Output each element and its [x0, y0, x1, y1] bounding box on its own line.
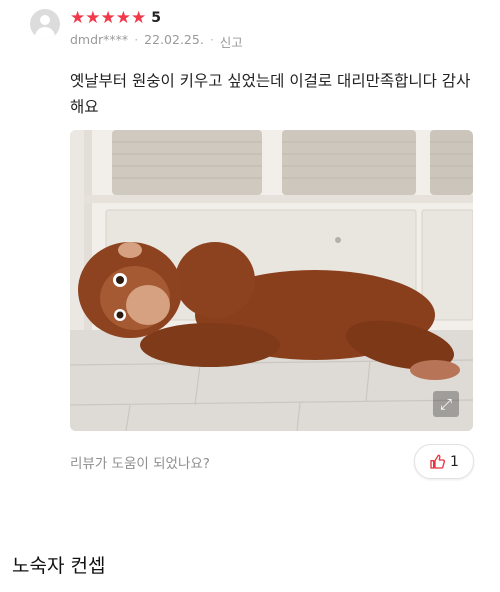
like-count: 1 — [450, 453, 459, 470]
caption-text: 노숙자 컨셉 — [12, 555, 106, 577]
review-photo[interactable]: ⤢ — [70, 130, 473, 431]
avatar-body — [35, 27, 55, 39]
report-link[interactable]: 신고 — [220, 32, 243, 51]
thumbs-up-icon — [430, 454, 446, 469]
helpful-question: 리뷰가 도움이 되었나요? — [70, 456, 210, 472]
star-icon: ★ — [100, 8, 116, 28]
review-meta: dmdr**** · 22.02.25. · 신고 — [70, 32, 243, 51]
star-rating: ★ ★ ★ ★ ★ 5 — [70, 8, 161, 28]
like-button[interactable]: 1 — [414, 444, 474, 479]
avatar-head — [40, 15, 50, 25]
rating-value: 5 — [151, 10, 161, 26]
star-icon: ★ — [70, 8, 86, 28]
expand-icon[interactable]: ⤢ — [433, 391, 459, 417]
meta-separator: · — [209, 32, 214, 47]
user-avatar — [30, 9, 60, 39]
review-text: 옛날부터 원숭이 키우고 싶었는데 이걸로 대리만족합니다 감사해요 — [70, 72, 471, 116]
star-icon: ★ — [131, 8, 147, 28]
star-icon: ★ — [85, 8, 101, 28]
orangutan-plush-photo — [70, 130, 473, 431]
review-date: 22.02.25. — [144, 32, 204, 47]
star-icon: ★ — [115, 8, 131, 28]
meta-separator: · — [134, 32, 139, 47]
username: dmdr**** — [70, 32, 129, 47]
